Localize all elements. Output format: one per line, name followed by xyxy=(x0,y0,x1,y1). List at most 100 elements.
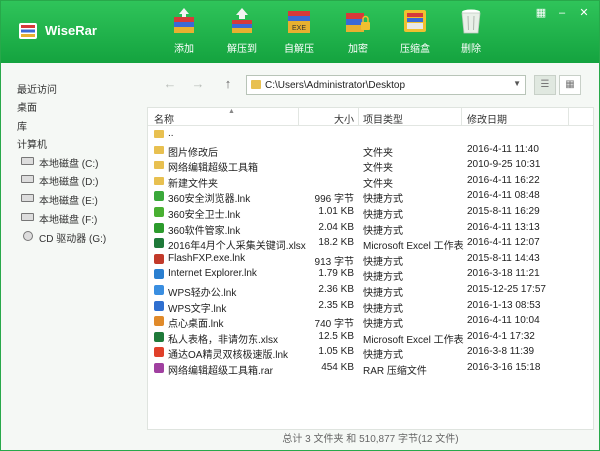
file-size: 2.04 KB xyxy=(318,221,354,233)
add-archive-icon xyxy=(174,8,194,33)
status-bar: 总计 3 文件夹 和 510,877 字节(12 文件) xyxy=(282,434,459,445)
sidebar-item-drive-g[interactable]: CD 驱动器 (G:) xyxy=(23,230,107,245)
file-modified: 2016-4-11 16:22 xyxy=(467,174,540,186)
sidebar-item-library[interactable]: 库 xyxy=(17,118,27,133)
sidebar-item-desktop[interactable]: 桌面 xyxy=(17,99,37,114)
file-name: 网络编辑超级工具箱.rar xyxy=(168,366,273,377)
file-row[interactable]: 新建文件夹 文件夹 2016-4-11 16:22 xyxy=(148,174,593,190)
folder-icon xyxy=(154,130,164,138)
file-size: 1.01 KB xyxy=(318,206,354,217)
file-modified: 2016-4-11 12:07 xyxy=(467,237,540,249)
self-extract-button[interactable]: EXE 自解压 xyxy=(269,7,329,59)
column-divider[interactable] xyxy=(358,108,359,125)
file-size: 12.5 KB xyxy=(318,330,354,342)
file-row[interactable]: 360软件管家.lnk 2.04 KB 快捷方式 2016-4-11 13:13 xyxy=(148,221,593,237)
file-name: Internet Explorer.lnk xyxy=(168,268,257,280)
wps-office-icon xyxy=(154,285,164,295)
column-header-size[interactable]: 大小 xyxy=(298,111,354,126)
column-divider[interactable] xyxy=(461,108,462,125)
back-arrow-icon[interactable]: ← xyxy=(163,77,177,91)
compress-box-label: 压缩盒 xyxy=(400,44,430,55)
file-type: 快捷方式 xyxy=(363,303,403,315)
column-header-type[interactable]: 项目类型 xyxy=(363,111,403,126)
file-size: 740 字节 xyxy=(314,319,354,331)
compress-box-button[interactable]: 压缩盒 xyxy=(385,7,445,59)
file-name: WPS轻办公.lnk xyxy=(168,288,237,299)
file-row[interactable]: WPS轻办公.lnk 2.36 KB 快捷方式 2015-12-25 17:57 xyxy=(148,283,593,299)
guard-360-icon xyxy=(154,207,164,217)
file-row[interactable]: .. xyxy=(148,127,593,142)
file-row[interactable]: 图片修改后 文件夹 2016-4-11 11:40 xyxy=(148,143,593,159)
file-type: 快捷方式 xyxy=(363,256,403,268)
file-row[interactable]: 360安全卫士.lnk 1.01 KB 快捷方式 2015-8-11 16:29 xyxy=(148,205,593,221)
file-row[interactable]: WPS文字.lnk 2.35 KB 快捷方式 2016-1-13 08:53 xyxy=(148,299,593,315)
list-view-icon: ☰ xyxy=(540,79,550,90)
file-row[interactable]: FlashFXP.exe.lnk 913 字节 快捷方式 2015-8-11 14:4… xyxy=(148,252,593,268)
file-name: 通达OA精灵双核极速版.lnk xyxy=(168,350,289,362)
encrypt-button[interactable]: 加密 xyxy=(328,7,388,59)
file-type: 快捷方式 xyxy=(363,210,403,221)
sidebar-item-drive-e[interactable]: 本地磁盘 (E:) xyxy=(21,192,98,207)
file-modified: 2016-4-11 08:48 xyxy=(467,190,540,202)
file-modified: 2010-9-25 10:31 xyxy=(467,159,541,171)
drive-icon xyxy=(21,157,34,165)
sidebar-item-drive-f[interactable]: 本地磁盘 (F:) xyxy=(21,211,97,226)
folder-icon xyxy=(154,145,164,154)
file-modified: 2016-3-8 11:39 xyxy=(467,346,535,358)
file-type: 快捷方式 xyxy=(363,272,403,284)
delete-label: 删除 xyxy=(461,44,481,55)
file-type: 快捷方式 xyxy=(363,319,403,331)
file-size: 913 字节 xyxy=(314,256,354,268)
excel-icon xyxy=(154,238,164,249)
file-row[interactable]: 点心桌面.lnk 740 字节 快捷方式 2016-4-11 10:04 xyxy=(148,314,593,331)
file-row[interactable]: 360安全浏览器.lnk 996 字节 快捷方式 2016-4-11 08:48 xyxy=(148,189,593,206)
file-name: 图片修改后 xyxy=(168,147,218,159)
extract-to-button[interactable]: 解压到 xyxy=(212,7,272,59)
column-header-modified[interactable]: 修改日期 xyxy=(467,111,507,126)
flashfxp-icon xyxy=(154,253,164,264)
file-row[interactable]: 网络编辑超级工具箱 文件夹 2010-9-25 10:31 xyxy=(148,158,593,175)
list-view-button[interactable]: ☰ xyxy=(534,75,556,95)
file-name: WPS文字.lnk xyxy=(168,303,227,315)
encrypt-label: 加密 xyxy=(348,44,368,55)
sidebar-item-computer[interactable]: 计算机 xyxy=(17,136,47,151)
file-size: 1.79 KB xyxy=(318,268,354,280)
navigation-bar: ← → ↑ C:\Users\Administrator\Desktop ▼ ☰… xyxy=(147,63,595,107)
drive-label: 本地磁盘 (E:) xyxy=(39,196,98,207)
add-button[interactable]: 添加 xyxy=(154,7,214,59)
dianxin-icon xyxy=(154,316,164,327)
address-bar[interactable]: C:\Users\Administrator\Desktop ▼ xyxy=(246,75,526,95)
up-arrow-icon[interactable]: ↑ xyxy=(221,77,235,91)
minimize-icon[interactable]: – xyxy=(555,7,569,19)
file-row[interactable]: 私人表格，非请勿东.xlsx 12.5 KB Microsoft Excel 工作表… xyxy=(148,330,593,346)
forward-arrow-icon[interactable]: → xyxy=(191,77,205,91)
wps-writer-icon xyxy=(154,300,164,311)
file-row[interactable]: 2016年4月个人采集关键词.xlsx 18.2 KB Microsoft Exce… xyxy=(148,236,593,252)
file-row[interactable]: 网络编辑超级工具箱.rar 454 KB RAR 压缩文件 2016-3-16 15:… xyxy=(148,361,593,377)
self-extract-icon: EXE xyxy=(288,11,310,33)
file-list: 名称 ▲ 大小 项目类型 修改日期 .. 图片修改后 文件夹 2016-4-11 11:… xyxy=(147,107,594,430)
ie-icon xyxy=(154,269,164,280)
chevron-down-icon[interactable]: ▼ xyxy=(513,79,521,88)
file-type: 文件夹 xyxy=(363,178,393,190)
column-divider[interactable] xyxy=(568,108,569,125)
drive-label: CD 驱动器 (G:) xyxy=(39,234,107,245)
file-type: 文件夹 xyxy=(363,163,393,175)
delete-button[interactable]: 删除 xyxy=(441,7,501,59)
file-row[interactable]: 通达OA精灵双核极速版.lnk 1.05 KB 快捷方式 2016-3-8 11:39 xyxy=(148,345,593,362)
sidebar-item-drive-c[interactable]: 本地磁盘 (C:) xyxy=(21,155,98,170)
close-icon[interactable]: ✕ xyxy=(577,7,591,19)
column-header-name[interactable]: 名称 ▲ xyxy=(154,108,235,126)
folder-icon xyxy=(154,176,164,185)
folder-icon xyxy=(154,161,164,170)
app-window: WiseRar 添加 解压到 EXE 自解压 加密 压缩盒 删除 ▦ – ✕ 最… xyxy=(0,0,600,451)
file-modified: 2015-8-11 14:43 xyxy=(467,252,540,264)
grid-view-button[interactable]: ▦ xyxy=(559,75,581,95)
sidebar-item-drive-d[interactable]: 本地磁盘 (D:) xyxy=(21,173,98,188)
sidebar-item-recent[interactable]: 最近访问 xyxy=(17,81,57,96)
menu-icon[interactable]: ▦ xyxy=(534,7,548,19)
self-extract-label: 自解压 xyxy=(284,44,314,55)
file-row[interactable]: Internet Explorer.lnk 1.79 KB 快捷方式 2016-3-1… xyxy=(148,267,593,284)
file-name: 360安全浏览器.lnk xyxy=(168,194,251,206)
add-label: 添加 xyxy=(174,44,194,55)
